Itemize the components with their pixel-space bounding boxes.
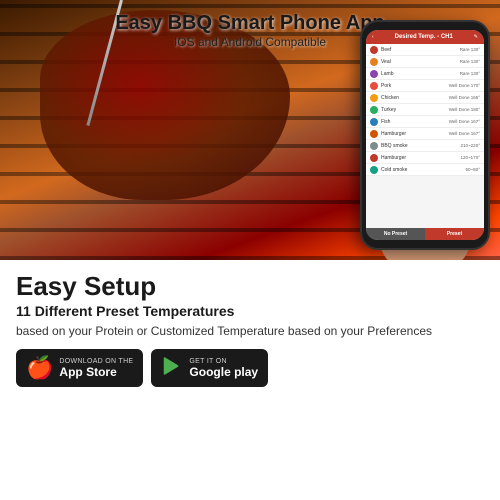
google-play-icon xyxy=(161,355,183,381)
food-name: Beef xyxy=(381,47,460,53)
google-play-text: GET IT ON Google play xyxy=(189,358,258,379)
hero-section: Easy BBQ Smart Phone App IOS and Android… xyxy=(0,0,500,260)
page-container: Easy BBQ Smart Phone App IOS and Android… xyxy=(0,0,500,500)
food-dot xyxy=(370,166,378,174)
phone-list-item[interactable]: Hamburger 120~170° xyxy=(366,152,484,164)
food-temp: 120~170° xyxy=(461,155,480,160)
food-name: Lamb xyxy=(381,71,460,77)
food-dot xyxy=(370,94,378,102)
food-name: Turkey xyxy=(381,107,449,113)
food-dot xyxy=(370,70,378,78)
food-dot xyxy=(370,46,378,54)
food-name: Fish xyxy=(381,119,449,125)
phone-list-item[interactable]: Hamburger Well Done 167° xyxy=(366,128,484,140)
app-store-button[interactable]: 🍎 Download on the App Store xyxy=(16,349,143,387)
food-temp: Well Done 165° xyxy=(449,95,480,100)
preset-button[interactable]: Preset xyxy=(425,228,484,240)
google-play-label: Google play xyxy=(189,365,258,379)
app-store-text: Download on the App Store xyxy=(59,358,133,379)
food-temp: Well Done 167° xyxy=(449,119,480,124)
phone-list-item[interactable]: BBQ smoke 210~220° xyxy=(366,140,484,152)
phone-list-item[interactable]: Cold smoke 50~80° xyxy=(366,164,484,176)
phone-list-item[interactable]: Fish Well Done 167° xyxy=(366,116,484,128)
phone-list-item[interactable]: Lamb Rare 130° xyxy=(366,68,484,80)
store-buttons-container: 🍎 Download on the App Store GET IT ON Go… xyxy=(16,349,484,387)
food-temp: Rare 130° xyxy=(460,47,480,52)
phone-list-item[interactable]: Chicken Well Done 165° xyxy=(366,92,484,104)
food-name: Hamburger xyxy=(381,155,461,161)
phone-list-item[interactable]: Veal Rare 130° xyxy=(366,56,484,68)
food-dot xyxy=(370,142,378,150)
food-dot xyxy=(370,58,378,66)
food-temp: Rare 130° xyxy=(460,71,480,76)
food-temp: Rare 130° xyxy=(460,59,480,64)
phone-list-item[interactable]: Pork Well Done 170° xyxy=(366,80,484,92)
food-temp: 210~220° xyxy=(461,143,480,148)
food-name: Chicken xyxy=(381,95,449,101)
app-store-label: App Store xyxy=(59,365,133,379)
food-temp: Well Done 180° xyxy=(449,107,480,112)
setup-subtitle: 11 Different Preset Temperatures xyxy=(16,303,484,319)
food-dot xyxy=(370,82,378,90)
google-play-button[interactable]: GET IT ON Google play xyxy=(151,349,268,387)
food-name: BBQ smoke xyxy=(381,143,461,149)
phone-food-list: Beef Rare 130° Veal Rare 130° Lamb Rare … xyxy=(366,44,484,176)
food-dot xyxy=(370,118,378,126)
food-name: Cold smoke xyxy=(381,167,466,173)
bottom-content: Easy Setup 11 Different Preset Temperatu… xyxy=(0,260,500,500)
food-name: Veal xyxy=(381,59,460,65)
google-play-pre-label: GET IT ON xyxy=(189,358,258,365)
food-name: Pork xyxy=(381,83,449,89)
app-store-pre-label: Download on the xyxy=(59,358,133,365)
food-name: Hamburger xyxy=(381,131,449,137)
phone-list-item[interactable]: Beef Rare 130° xyxy=(366,44,484,56)
apple-icon: 🍎 xyxy=(26,357,53,379)
food-dot xyxy=(370,130,378,138)
food-dot xyxy=(370,106,378,114)
phone-header-title: Desired Temp. - CH1 xyxy=(395,34,453,40)
no-preset-button[interactable]: No Preset xyxy=(366,228,425,240)
setup-title: Easy Setup xyxy=(16,272,484,301)
food-temp: Well Done 170° xyxy=(449,83,480,88)
phone-app-header: ‹ Desired Temp. - CH1 ✎ xyxy=(366,30,484,44)
phone-footer: No Preset Preset xyxy=(366,228,484,240)
food-dot xyxy=(370,154,378,162)
food-temp: 50~80° xyxy=(466,167,480,172)
phone-list-item[interactable]: Turkey Well Done 180° xyxy=(366,104,484,116)
phone-screen: ‹ Desired Temp. - CH1 ✎ Beef Rare 130° V… xyxy=(366,30,484,240)
phone-mockup: ‹ Desired Temp. - CH1 ✎ Beef Rare 130° V… xyxy=(360,20,490,250)
setup-description: based on your Protein or Customized Temp… xyxy=(16,323,484,340)
food-temp: Well Done 167° xyxy=(449,131,480,136)
